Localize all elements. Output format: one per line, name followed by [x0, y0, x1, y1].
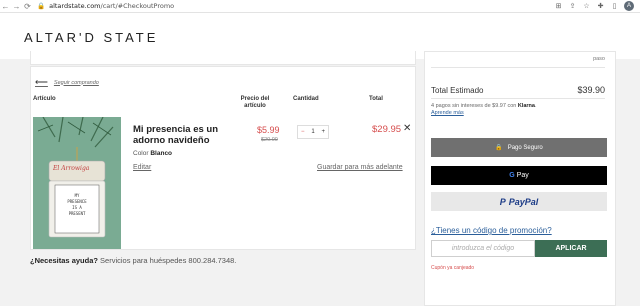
save-for-later-link[interactable]: Guardar para más adelante: [317, 164, 403, 171]
ornament-sign-text: El Arrowiga: [53, 165, 90, 172]
paypal-icon: P: [499, 196, 506, 207]
column-article: Artículo: [33, 96, 56, 102]
secure-checkout-button[interactable]: 🔒 Pago Seguro: [431, 138, 607, 157]
estimated-total-label: Total Estimado: [431, 86, 484, 95]
coupon-status: Cupón ya canjeado: [431, 265, 475, 271]
line-total: $29.95: [372, 124, 402, 135]
klarna-info: 4 pagos sin intereses de $9.97 con Klarn…: [431, 103, 537, 116]
help-heading: ¿Necesitas ayuda?: [30, 256, 98, 265]
color-label: Color: [133, 150, 149, 157]
klarna-text: 4 pagos sin intereses de $9.97 con: [431, 103, 517, 109]
promo-code-toggle[interactable]: ¿Tienes un código de promoción?: [431, 226, 552, 235]
paypal-label: PayPal: [508, 196, 539, 207]
ornament-body-2: PRESENCE: [67, 199, 87, 204]
address-bar[interactable]: 🔒 altardstate.com /cart/#CheckoutPromo: [37, 1, 174, 12]
quantity-value[interactable]: 1: [311, 129, 314, 135]
ornament-body-3: IS A: [72, 205, 82, 210]
color-value: Blanco: [150, 150, 173, 157]
sidebar-icon[interactable]: ▯: [610, 2, 619, 11]
product-color: Color Blanco: [133, 150, 172, 157]
bookmark-star-icon[interactable]: ☆: [582, 2, 591, 11]
forward-icon[interactable]: →: [11, 1, 22, 12]
column-quantity: Cantidad: [293, 96, 319, 102]
column-total: Total: [369, 96, 383, 102]
site-logo[interactable]: ALTAR'D STATE: [24, 30, 158, 45]
translate-icon[interactable]: ⊞: [554, 2, 563, 11]
arrow-left-icon: ⟵: [35, 77, 48, 87]
help-line: ¿Necesitas ayuda? Servicios para huésped…: [30, 256, 236, 265]
continue-shopping-label: Seguir comprando: [53, 79, 99, 86]
edit-link[interactable]: Editar: [133, 164, 151, 171]
back-icon[interactable]: ←: [0, 1, 11, 12]
klarna-brand: Klarna: [517, 103, 535, 109]
reload-icon[interactable]: ⟳: [22, 1, 33, 12]
divider: [431, 67, 605, 68]
browser-toolbar: ← → ⟳ 🔒 altardstate.com /cart/#CheckoutP…: [0, 0, 640, 13]
product-image[interactable]: El Arrowiga MY PRESENCE IS A PRESENT: [33, 117, 121, 249]
order-summary: paso Total Estimado $39.90 4 pagos sin i…: [424, 51, 616, 306]
cart-panel: ⟵ Seguir comprando Artículo Precio del a…: [30, 66, 416, 250]
lock-icon: 🔒: [495, 145, 503, 151]
sale-price: $5.99: [257, 125, 280, 135]
lock-icon: 🔒: [37, 2, 46, 10]
continue-shopping-link[interactable]: ⟵ Seguir comprando: [35, 77, 99, 88]
profile-avatar[interactable]: A: [624, 1, 634, 11]
remove-item-icon[interactable]: ✕: [403, 123, 411, 134]
secure-checkout-label: Pago Seguro: [507, 144, 543, 151]
divider: [431, 98, 605, 99]
google-pay-label: Pay: [516, 172, 529, 179]
ornament-body-1: MY: [74, 193, 80, 198]
klarna-learn-more-link[interactable]: Aprende más: [431, 110, 464, 116]
help-phone[interactable]: Servicios para huéspedes 800.284.7348.: [100, 256, 236, 265]
column-unit-price: Precio del artículo: [240, 96, 270, 109]
increase-button[interactable]: +: [321, 129, 325, 135]
apply-promo-button[interactable]: APLICAR: [535, 240, 607, 257]
google-pay-button[interactable]: G Pay: [431, 166, 607, 185]
estimated-total-value: $39.90: [577, 85, 605, 95]
promo-code-input[interactable]: introduzca el código: [431, 240, 535, 257]
summary-top-text: paso: [593, 56, 605, 62]
url-path: /cart/#CheckoutPromo: [100, 2, 175, 10]
ornament-body-4: PRESENT: [68, 211, 86, 216]
cart-top-strip: [30, 51, 416, 65]
quantity-stepper: − 1 +: [297, 125, 329, 139]
original-price: $20.00: [261, 137, 278, 143]
decrease-button[interactable]: −: [301, 129, 305, 135]
url-host: altardstate.com: [49, 2, 101, 10]
share-icon[interactable]: ⇪: [568, 2, 577, 11]
product-title[interactable]: Mi presencia es un adorno navideño: [133, 124, 233, 146]
google-g-icon: G: [509, 172, 515, 179]
extensions-icon[interactable]: ✚: [596, 2, 605, 11]
ornament-illustration: [33, 117, 121, 249]
paypal-button[interactable]: P PayPal: [431, 192, 607, 211]
